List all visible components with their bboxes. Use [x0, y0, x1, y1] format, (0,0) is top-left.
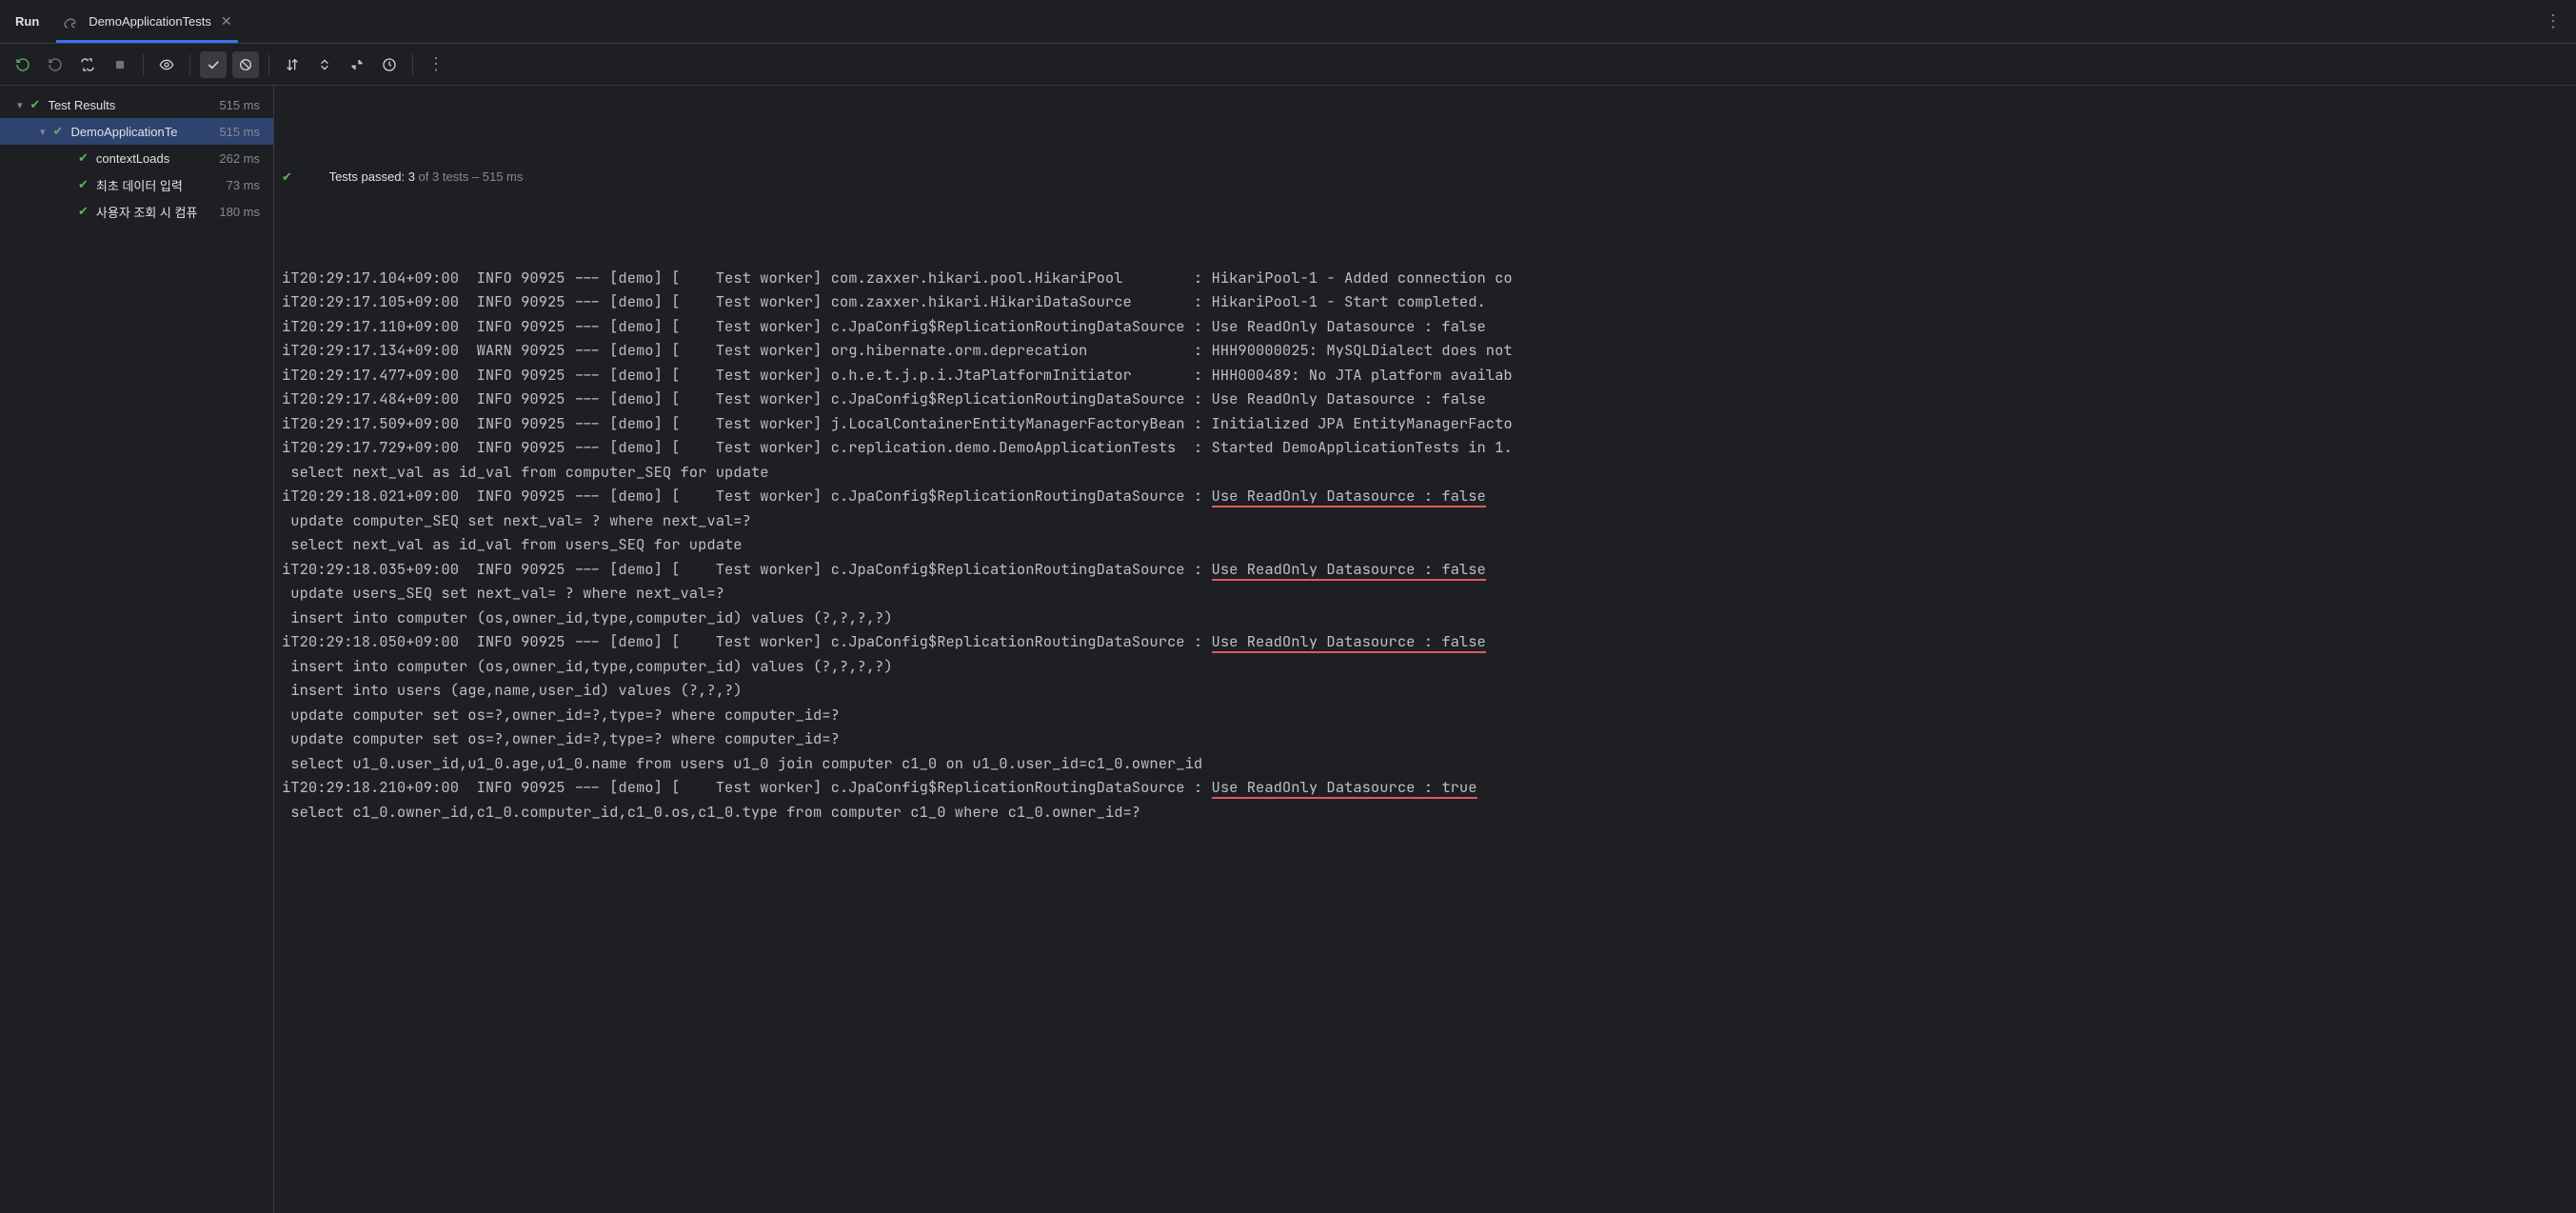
test-toolbar: ⋮ — [0, 44, 2576, 86]
status-prefix: Tests passed: — [329, 169, 408, 184]
tree-test-label: 최초 데이터 입력 — [96, 176, 219, 194]
log-line: insert into computer (os,owner_id,type,c… — [282, 606, 2576, 630]
chevron-down-icon[interactable]: ▾ — [40, 126, 46, 138]
tab-demo-application-tests[interactable]: DemoApplicationTests ✕ — [62, 0, 231, 43]
separator — [143, 54, 144, 75]
test-tree: ▾ ✔ Test Results 515 ms ▾ ✔ DemoApplicat… — [0, 86, 274, 1213]
sort-icon[interactable] — [279, 51, 306, 78]
show-passed-icon[interactable] — [153, 51, 180, 78]
log-line: select next_val as id_val from computer_… — [282, 460, 2576, 485]
separator — [268, 54, 269, 75]
tree-root-time: 515 ms — [219, 98, 260, 112]
log-line: update users_SEQ set next_val= ? where n… — [282, 581, 2576, 606]
separator — [189, 54, 190, 75]
status-passed-count: 3 — [408, 169, 415, 184]
tree-test-label: contextLoads — [96, 151, 211, 166]
tree-class-time: 515 ms — [219, 125, 260, 139]
rerun-failed-icon[interactable] — [42, 51, 69, 78]
tree-test-row[interactable]: ✔ 최초 데이터 입력 73 ms — [0, 171, 273, 198]
tree-test-row[interactable]: ✔ contextLoads 262 ms — [0, 145, 273, 171]
stop-icon[interactable] — [107, 51, 133, 78]
log-line: update computer set os=?,owner_id=?,type… — [282, 726, 2576, 751]
log-line: select u1_0.user_id,u1_0.age,u1_0.name f… — [282, 751, 2576, 776]
history-icon[interactable] — [376, 51, 403, 78]
tab-label: DemoApplicationTests — [89, 14, 211, 29]
status-suffix: of 3 tests – 515 ms — [415, 169, 523, 184]
check-icon: ✔ — [78, 150, 89, 166]
more-icon[interactable]: ⋮ — [423, 51, 449, 78]
tree-class-row[interactable]: ▾ ✔ DemoApplicationTe 515 ms — [0, 118, 273, 145]
tree-root-label: Test Results — [48, 98, 211, 112]
gradle-icon — [62, 13, 79, 30]
log-line: iT20:29:18.021+09:00 INFO 90925 --- [dem… — [282, 484, 2576, 508]
log-line: iT20:29:17.484+09:00 INFO 90925 --- [dem… — [282, 387, 2576, 411]
check-icon: ✔ — [53, 124, 64, 139]
collapse-all-icon[interactable] — [344, 51, 370, 78]
tree-test-time: 262 ms — [219, 151, 260, 166]
close-icon[interactable]: ✕ — [221, 13, 232, 30]
toggle-auto-test-icon[interactable] — [74, 51, 101, 78]
log-line: iT20:29:17.104+09:00 INFO 90925 --- [dem… — [282, 266, 2576, 290]
log-line: iT20:29:17.477+09:00 INFO 90925 --- [dem… — [282, 363, 2576, 388]
rerun-icon[interactable] — [10, 51, 36, 78]
console-output[interactable]: ✔ Tests passed: 3 of 3 tests – 515 ms iT… — [274, 86, 2576, 1213]
log-line: select next_val as id_val from users_SEQ… — [282, 532, 2576, 557]
log-line: iT20:29:17.729+09:00 INFO 90925 --- [dem… — [282, 435, 2576, 460]
tree-test-time: 73 ms — [227, 178, 260, 192]
log-line: insert into computer (os,owner_id,type,c… — [282, 654, 2576, 679]
chevron-down-icon[interactable]: ▾ — [17, 99, 23, 111]
filter-ignored-icon[interactable] — [232, 51, 259, 78]
log-line: iT20:29:17.134+09:00 WARN 90925 --- [dem… — [282, 338, 2576, 363]
check-icon: ✔ — [282, 165, 292, 189]
tab-run-label[interactable]: Run — [15, 14, 39, 29]
log-line: insert into users (age,name,user_id) val… — [282, 678, 2576, 703]
check-icon: ✔ — [78, 204, 89, 219]
log-line: iT20:29:17.110+09:00 INFO 90925 --- [dem… — [282, 314, 2576, 339]
expand-all-icon[interactable] — [311, 51, 338, 78]
log-line: iT20:29:17.105+09:00 INFO 90925 --- [dem… — [282, 289, 2576, 314]
tree-test-time: 180 ms — [219, 205, 260, 219]
check-icon: ✔ — [30, 97, 41, 112]
tree-root-row[interactable]: ▾ ✔ Test Results 515 ms — [0, 91, 273, 118]
log-line: update computer set os=?,owner_id=?,type… — [282, 703, 2576, 727]
tree-test-row[interactable]: ✔ 사용자 조회 시 컴퓨 180 ms — [0, 198, 273, 225]
separator — [412, 54, 413, 75]
log-line: iT20:29:18.210+09:00 INFO 90925 --- [dem… — [282, 775, 2576, 800]
tree-class-label: DemoApplicationTe — [70, 125, 211, 139]
tab-bar: Run DemoApplicationTests ✕ ⋮ — [0, 0, 2576, 44]
log-line: iT20:29:17.509+09:00 INFO 90925 --- [dem… — [282, 411, 2576, 436]
check-icon: ✔ — [78, 177, 89, 192]
tree-test-label: 사용자 조회 시 컴퓨 — [96, 203, 211, 221]
log-line: iT20:29:18.035+09:00 INFO 90925 --- [dem… — [282, 557, 2576, 582]
log-line: update computer_SEQ set next_val= ? wher… — [282, 508, 2576, 533]
log-lines: iT20:29:17.104+09:00 INFO 90925 --- [dem… — [282, 266, 2576, 825]
more-vertical-icon[interactable]: ⋮ — [2545, 11, 2561, 31]
filter-passed-icon[interactable] — [200, 51, 227, 78]
test-status-line: ✔ Tests passed: 3 of 3 tests – 515 ms — [282, 140, 2576, 213]
log-line: iT20:29:18.050+09:00 INFO 90925 --- [dem… — [282, 629, 2576, 654]
log-line: select c1_0.owner_id,c1_0.computer_id,c1… — [282, 800, 2576, 825]
